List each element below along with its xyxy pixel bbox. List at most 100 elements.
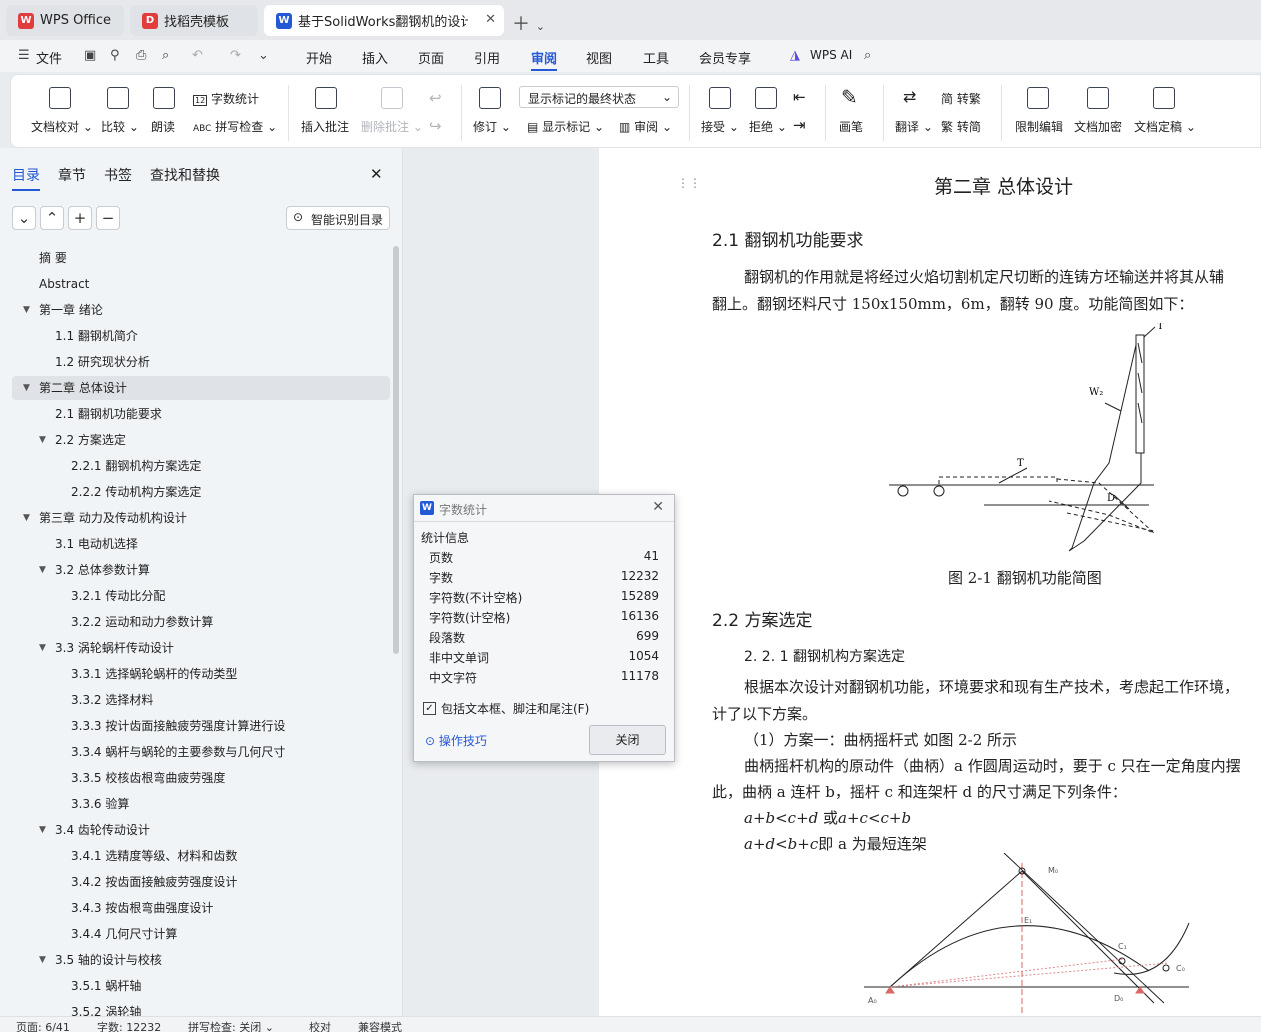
menu-view[interactable]: 视图 — [586, 48, 612, 67]
toc-item[interactable]: 3.4.4 几何尺寸计算 — [12, 922, 390, 946]
expand-triangle-icon[interactable]: ▼ — [39, 636, 46, 660]
toc-item[interactable]: ▼ 3.2 总体参数计算 — [12, 558, 390, 582]
toc-item[interactable]: 3.4.1 选精度等级、材料和齿数 — [12, 844, 390, 868]
doc-check-button[interactable]: 文档校对 ⌄ — [31, 118, 93, 135]
pen-button[interactable]: 画笔 — [839, 118, 863, 135]
toc-scrollbar[interactable] — [393, 246, 399, 654]
document-page[interactable]: ⋮⋮ 第二章 总体设计 2.1 翻钢机功能要求 翻钢机的作用就是将经过火焰切割机… — [599, 148, 1261, 1016]
share-icon[interactable]: ⚲ — [110, 48, 120, 63]
expand-triangle-icon[interactable]: ▼ — [23, 298, 30, 322]
toc-item[interactable]: 1.1 翻钢机简介 — [12, 324, 390, 348]
toc-item[interactable]: ▼ 3.3 涡轮蜗杆传动设计 — [12, 636, 390, 660]
markup-state-select[interactable]: 显示标记的最终状态 ⌄ — [519, 86, 679, 108]
expand-triangle-icon[interactable]: ▼ — [39, 818, 46, 842]
drag-handle-icon[interactable]: ⋮⋮ — [677, 176, 701, 190]
new-tab-plus-icon[interactable]: ＋ ⌄ — [512, 10, 545, 36]
toc-item[interactable]: ▼ 3.4 齿轮传动设计 — [12, 818, 390, 842]
toc-item[interactable]: 3.4.3 按齿根弯曲强度设计 — [12, 896, 390, 920]
insert-comment-button[interactable]: 插入批注 — [301, 118, 349, 135]
collapse-chevron-down-icon[interactable]: ⌄ — [12, 206, 36, 230]
toc-item[interactable]: ▼ 第三章 动力及传动机构设计 — [12, 506, 390, 530]
remove-heading-minus-icon[interactable]: − — [96, 206, 120, 230]
toc-item[interactable]: 3.3.1 选择蜗轮蜗杆的传动类型 — [12, 662, 390, 686]
close-pane-icon[interactable]: ✕ — [370, 165, 383, 183]
status-spell-check[interactable]: 拼写检查: 关闭 ⌄ — [188, 1019, 274, 1032]
toc-item[interactable]: 3.3.2 选择材料 — [12, 688, 390, 712]
accept-button[interactable]: 接受 ⌄ — [701, 118, 739, 135]
doc-encrypt-button[interactable]: 文档加密 — [1074, 118, 1122, 135]
toc-item[interactable]: ▼ 2.2 方案选定 — [12, 428, 390, 452]
menu-review[interactable]: 审阅 — [531, 48, 558, 71]
menu-home[interactable]: 开始 — [306, 48, 332, 67]
toc-item[interactable]: 3.5.1 蜗杆轴 — [12, 974, 390, 998]
toc-item[interactable]: 3.3.3 按计齿面接触疲劳强度计算进行设 — [12, 714, 390, 738]
search-icon[interactable]: ⌕ — [864, 48, 871, 63]
restrict-edit-button[interactable]: 限制编辑 — [1015, 118, 1063, 135]
toc-item[interactable]: 2.2.1 翻钢机构方案选定 — [12, 454, 390, 478]
previous-comment-icon[interactable]: ↩ — [429, 89, 442, 107]
add-heading-plus-icon[interactable]: + — [68, 206, 92, 230]
toc-item[interactable]: 3.1 电动机选择 — [12, 532, 390, 556]
next-comment-icon[interactable]: ↪ — [429, 117, 442, 135]
toc-item[interactable]: 2.2.2 传动机构方案选定 — [12, 480, 390, 504]
menu-page[interactable]: 页面 — [418, 48, 444, 67]
hamburger-menu-icon[interactable]: ☰ — [18, 48, 30, 63]
dialog-close-icon[interactable]: ✕ — [652, 499, 664, 515]
word-count-button[interactable]: 12 字数统计 — [193, 90, 259, 107]
quick-access-dropdown-icon[interactable]: ⌄ — [258, 48, 269, 63]
expand-chevron-up-icon[interactable]: ⌃ — [40, 206, 64, 230]
toc-item[interactable]: 3.3.5 校核齿根弯曲疲劳强度 — [12, 766, 390, 790]
tab-wps-office[interactable]: W WPS Office — [6, 5, 124, 36]
print-preview-icon[interactable]: ⌕ — [162, 48, 169, 63]
tips-link[interactable]: ⊙ 操作技巧 — [425, 732, 487, 749]
toc-item[interactable]: 3.3.6 验算 — [12, 792, 390, 816]
compare-button[interactable]: 比较 ⌄ — [101, 118, 139, 135]
toc-item[interactable]: 3.4.2 按齿面接触疲劳强度设计 — [12, 870, 390, 894]
expand-triangle-icon[interactable]: ▼ — [39, 428, 46, 452]
menu-file[interactable]: 文件 — [36, 48, 62, 67]
print-icon[interactable]: ⎙ — [136, 48, 146, 63]
menu-insert[interactable]: 插入 — [362, 48, 388, 67]
toc-item[interactable]: 摘 要 — [12, 246, 390, 270]
expand-triangle-icon[interactable]: ▼ — [39, 948, 46, 972]
dialog-close-button[interactable]: 关闭 — [589, 725, 666, 755]
show-markup-button[interactable]: ▤ 显示标记 ⌄ — [527, 118, 604, 135]
menu-member[interactable]: 会员专享 — [699, 48, 751, 67]
toc-item[interactable]: 3.2.2 运动和动力参数计算 — [12, 610, 390, 634]
toc-item[interactable]: 3.3.4 蜗杆与蜗轮的主要参数与几何尺寸 — [12, 740, 390, 764]
spell-check-button[interactable]: ABC 拼写检查 ⌄ — [193, 118, 277, 135]
checkbox-checked-icon[interactable]: ✓ — [423, 702, 436, 715]
previous-change-icon[interactable]: ⇤ — [793, 88, 806, 106]
toc-item[interactable]: 1.2 研究现状分析 — [12, 350, 390, 374]
status-proofread[interactable]: 校对 — [309, 1019, 331, 1032]
redo-icon[interactable]: ↷ — [230, 48, 241, 63]
expand-triangle-icon[interactable]: ▼ — [23, 376, 30, 400]
save-icon[interactable]: ▣ — [84, 48, 96, 63]
menu-tools[interactable]: 工具 — [643, 48, 669, 67]
next-change-icon[interactable]: ⇥ — [793, 116, 806, 134]
close-tab-icon[interactable]: ✕ — [485, 12, 496, 27]
doc-finalize-button[interactable]: 文档定稿 ⌄ — [1134, 118, 1196, 135]
toc-item[interactable]: 3.2.1 传动比分配 — [12, 584, 390, 608]
toc-item[interactable]: ▼ 第二章 总体设计 — [12, 376, 390, 400]
menu-references[interactable]: 引用 — [474, 48, 500, 67]
status-word-count[interactable]: 字数: 12232 — [97, 1019, 161, 1032]
nav-tab-toc[interactable]: 目录 — [12, 165, 40, 191]
smart-toc-button[interactable]: ⊙ 智能识别目录 — [286, 206, 390, 230]
undo-icon[interactable]: ↶ — [192, 48, 203, 63]
menu-wps-ai[interactable]: WPS AI — [810, 48, 852, 62]
status-page[interactable]: 页面: 6/41 — [16, 1019, 70, 1032]
include-textboxes-checkbox[interactable]: ✓ 包括文本框、脚注和尾注(F) — [423, 700, 589, 717]
reject-button[interactable]: 拒绝 ⌄ — [749, 118, 787, 135]
toc-item[interactable]: 2.1 翻钢机功能要求 — [12, 402, 390, 426]
toc-item[interactable]: ▼ 第一章 绪论 — [12, 298, 390, 322]
toc-item[interactable]: ▼ 3.5 轴的设计与校核 — [12, 948, 390, 972]
nav-tab-bookmarks[interactable]: 书签 — [104, 165, 132, 185]
tab-docer-templates[interactable]: D 找稻壳模板 — [130, 5, 258, 36]
review-pane-button[interactable]: ▥ 审阅 ⌄ — [619, 118, 672, 135]
translate-button[interactable]: 翻译 ⌄ — [895, 118, 933, 135]
nav-tab-sections[interactable]: 章节 — [58, 165, 86, 185]
track-changes-button[interactable]: 修订 ⌄ — [473, 118, 511, 135]
delete-comment-button[interactable]: 删除批注 ⌄ — [361, 118, 423, 135]
tab-document[interactable]: W 基于SolidWorks翻钢机的设计 ✕ — [264, 5, 504, 36]
